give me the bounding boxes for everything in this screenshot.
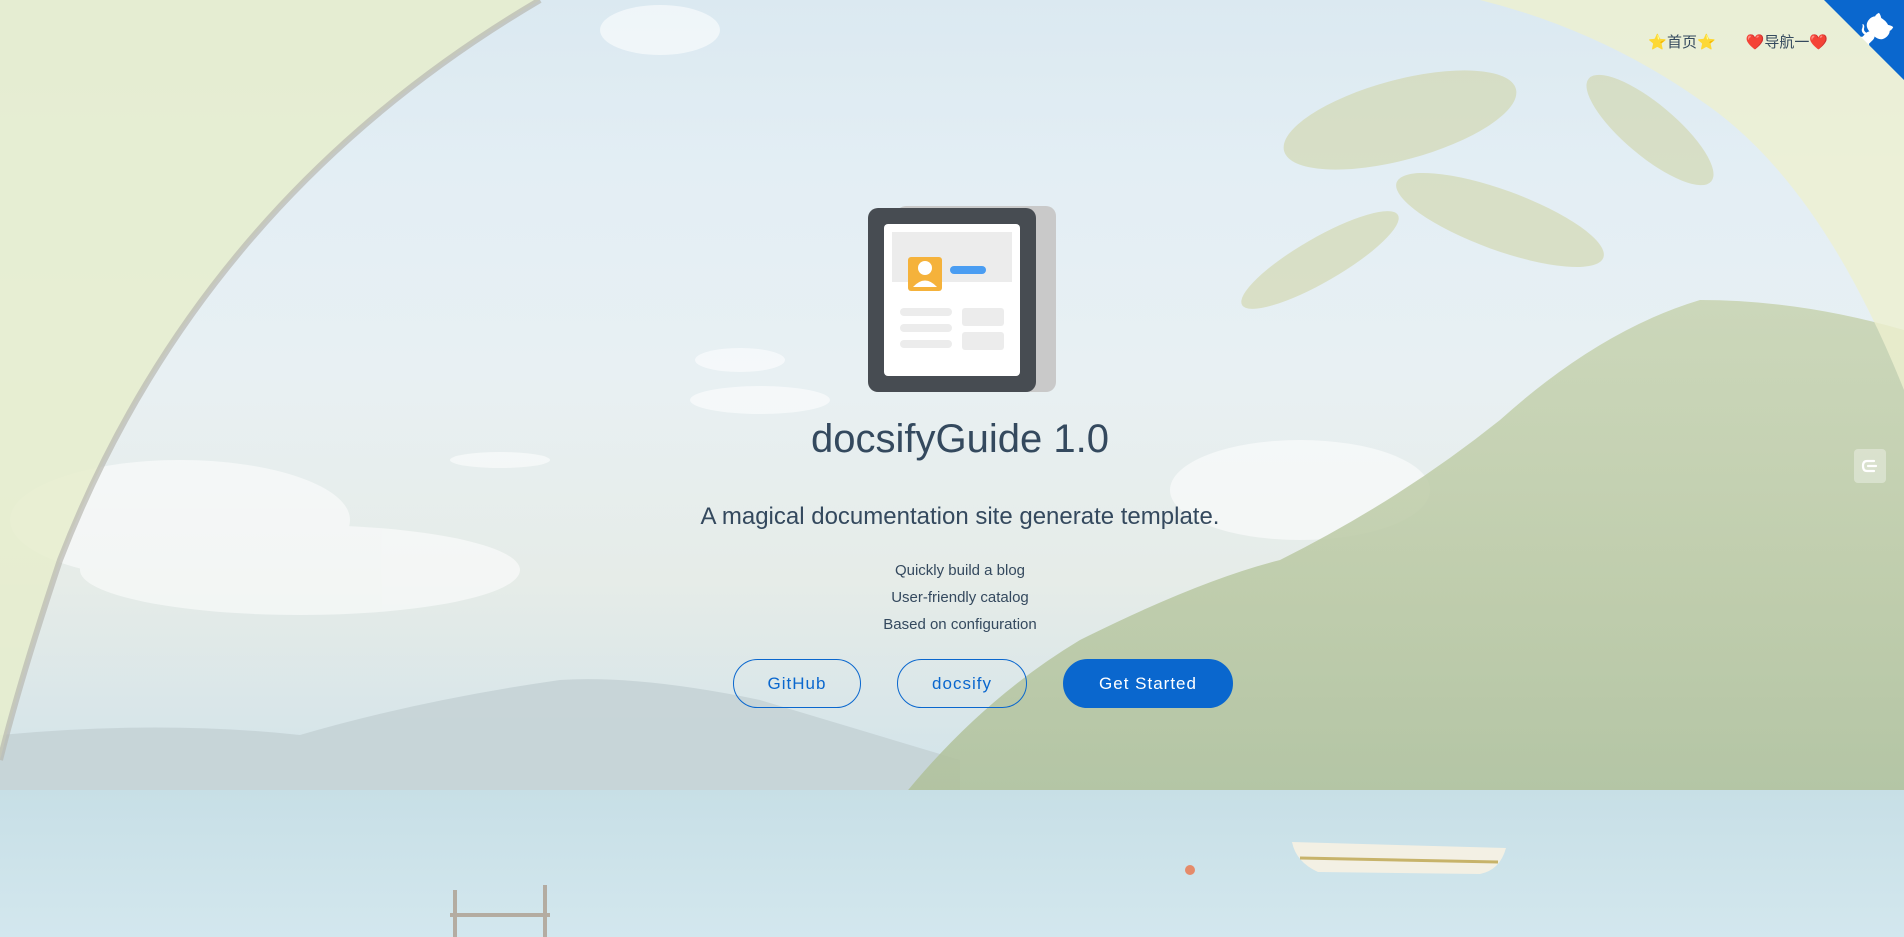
feature-item: Based on configuration bbox=[883, 616, 1037, 633]
nav-item-nav-one[interactable]: ❤️导航一❤️ bbox=[1746, 31, 1828, 52]
background-scenery bbox=[0, 0, 1904, 937]
page-title: docsifyGuide 1.0 bbox=[811, 417, 1109, 461]
feature-item: User-friendly catalog bbox=[891, 589, 1029, 606]
docsify-button[interactable]: docsify bbox=[897, 659, 1027, 708]
nav-item-home[interactable]: ⭐首页⭐ bbox=[1648, 31, 1715, 52]
page-subtitle: A magical documentation site generate te… bbox=[700, 503, 1220, 530]
octocat-icon[interactable] bbox=[1824, 0, 1904, 80]
get-started-button[interactable]: Get Started bbox=[1063, 659, 1233, 708]
document-page-icon bbox=[868, 206, 1056, 392]
cover-buttons: GitHub docsify Get Started bbox=[0, 659, 1904, 708]
feature-item: Quickly build a blog bbox=[894, 562, 1026, 579]
page: ⭐首页⭐ ❤️导航一❤️ docsifyGuide 1.0 A magical … bbox=[0, 0, 1904, 937]
github-button[interactable]: GitHub bbox=[733, 659, 861, 708]
feature-list: Quickly build a blog User-friendly catal… bbox=[0, 557, 1904, 638]
top-nav: ⭐首页⭐ ❤️导航一❤️ bbox=[1648, 31, 1828, 52]
